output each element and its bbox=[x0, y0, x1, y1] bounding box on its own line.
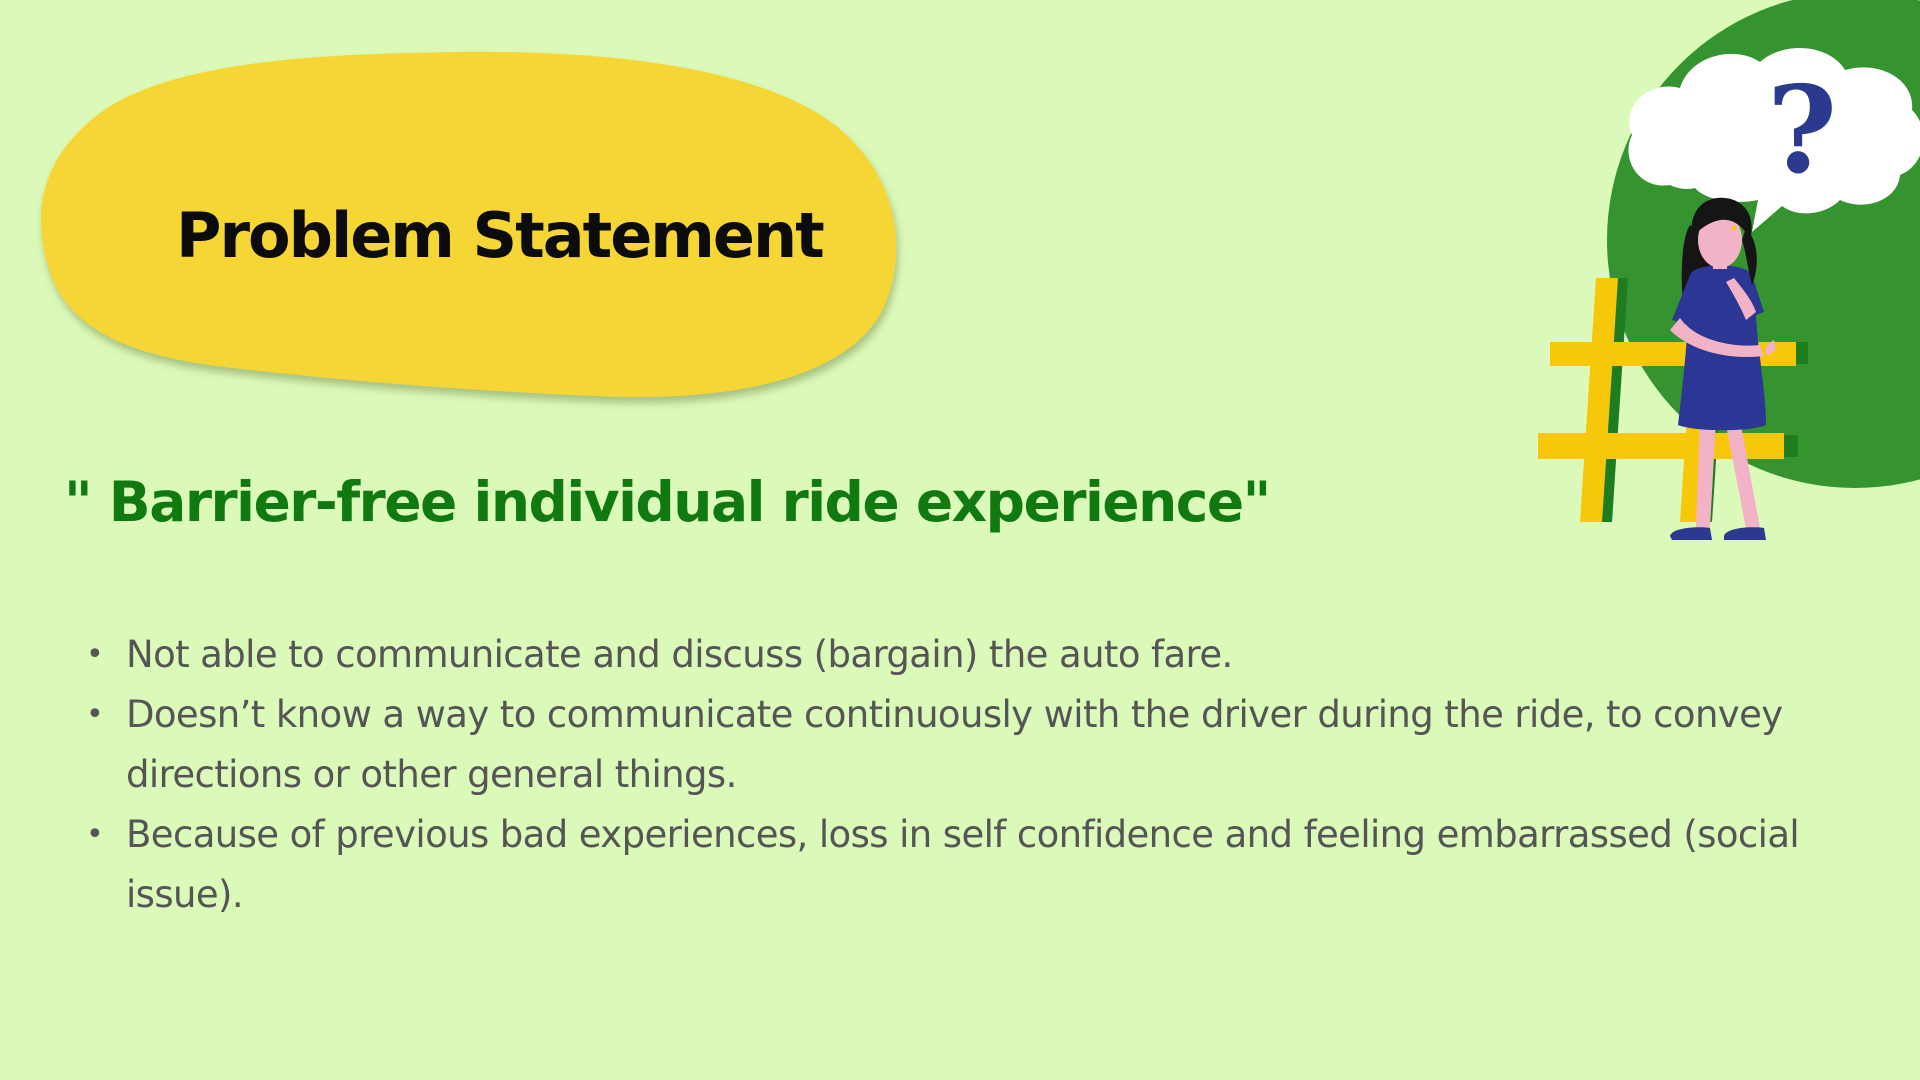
bullet-item: Not able to communicate and discuss (bar… bbox=[86, 625, 1886, 685]
page-title: Problem Statement bbox=[176, 199, 825, 272]
thinking-woman-hashtag-illustration: ? bbox=[1538, 0, 1920, 540]
question-mark-icon: ? bbox=[1767, 60, 1837, 201]
bullet-item: Doesn’t know a way to communicate contin… bbox=[86, 685, 1886, 805]
subtitle-quote: " Barrier-free individual ride experienc… bbox=[64, 470, 1271, 534]
bullet-item: Because of previous bad experiences, los… bbox=[86, 805, 1886, 925]
problem-bullet-list: Not able to communicate and discuss (bar… bbox=[86, 625, 1886, 925]
